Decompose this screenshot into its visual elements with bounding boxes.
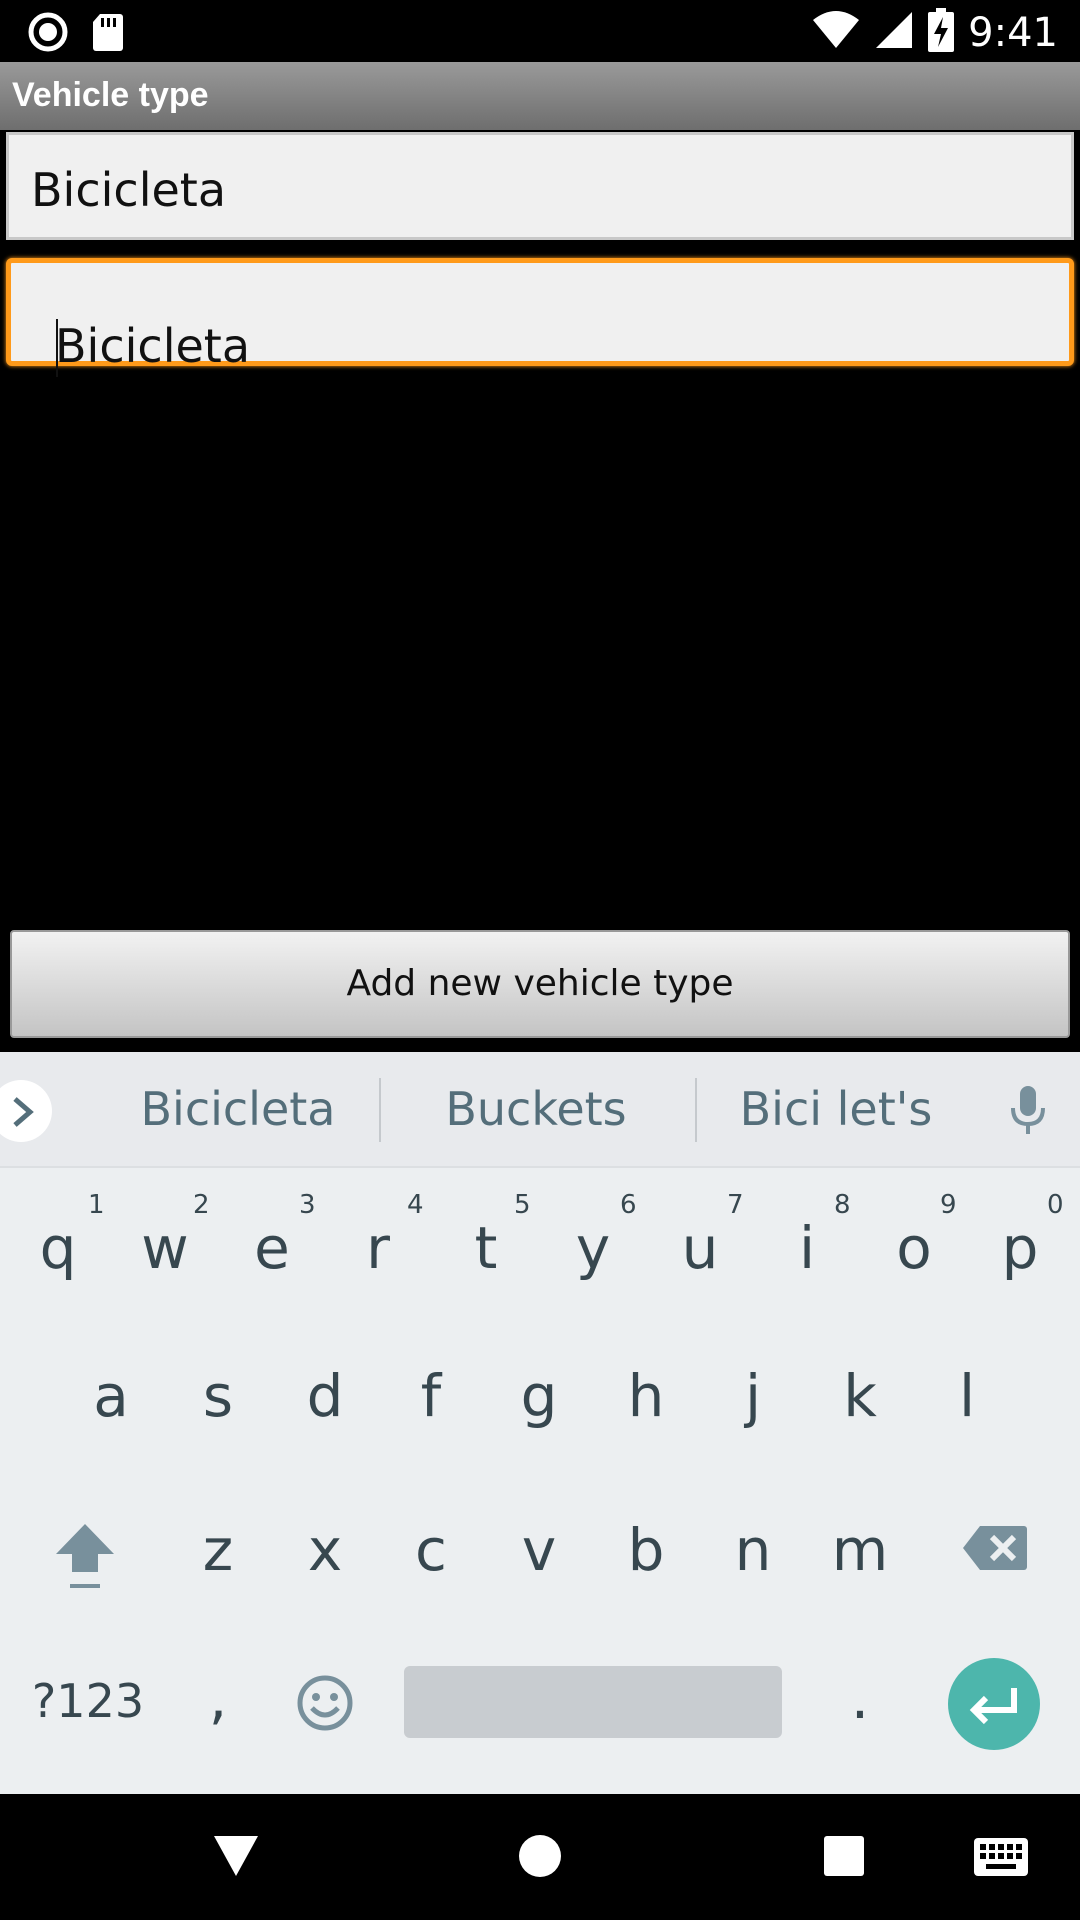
key-hint: 8 <box>834 1190 851 1220</box>
key-hint: 3 <box>299 1190 316 1220</box>
suggestion-3[interactable]: Bici let's <box>716 1082 956 1136</box>
enter-key[interactable] <box>948 1658 1040 1750</box>
key-v[interactable]: v <box>489 1516 589 1584</box>
key-w[interactable]: w <box>115 1214 215 1282</box>
key-r[interactable]: r <box>328 1214 428 1282</box>
backspace-icon <box>963 1526 1027 1570</box>
suggestion-divider <box>379 1078 381 1142</box>
signal-icon <box>874 10 914 55</box>
key-g[interactable]: g <box>489 1362 589 1430</box>
key-hint: 4 <box>407 1190 424 1220</box>
key-hint: 6 <box>620 1190 637 1220</box>
suggestion-strip: Bicicleta Buckets Bici let's <box>0 1052 1080 1168</box>
key-k[interactable]: k <box>810 1362 910 1430</box>
vehicle-type-field-1[interactable]: Bicicleta <box>6 132 1074 240</box>
emoji-icon <box>297 1675 353 1731</box>
period-key[interactable]: . <box>810 1664 910 1732</box>
wifi-icon <box>812 10 860 55</box>
vehicle-type-field-2[interactable]: Bicicleta <box>6 258 1074 377</box>
key-hint: 5 <box>514 1190 531 1220</box>
text-cursor <box>56 319 58 377</box>
record-icon <box>28 12 68 57</box>
key-t[interactable]: t <box>436 1214 536 1282</box>
backspace-key[interactable] <box>962 1524 1028 1577</box>
battery-charging-icon <box>928 8 955 57</box>
back-icon[interactable] <box>212 1834 260 1883</box>
suggestion-1[interactable]: Bicicleta <box>118 1082 358 1136</box>
key-l[interactable]: l <box>917 1362 1017 1430</box>
key-i[interactable]: i <box>757 1214 857 1282</box>
key-j[interactable]: j <box>703 1362 803 1430</box>
field-value: Bicicleta <box>55 319 251 373</box>
suggestion-divider <box>695 1078 697 1142</box>
shift-icon <box>56 1524 114 1588</box>
key-n[interactable]: n <box>703 1516 803 1584</box>
sd-card-icon <box>92 12 124 57</box>
key-h[interactable]: h <box>596 1362 696 1430</box>
mic-icon[interactable] <box>1010 1086 1046 1141</box>
suggestion-2[interactable]: Buckets <box>416 1082 656 1136</box>
shift-key[interactable] <box>52 1520 118 1599</box>
key-u[interactable]: u <box>650 1214 750 1282</box>
soft-keyboard: Bicicleta Buckets Bici let's q w e r t y… <box>0 1052 1080 1794</box>
key-hint: 7 <box>727 1190 744 1220</box>
key-hint: 9 <box>940 1190 957 1220</box>
key-c[interactable]: c <box>381 1516 481 1584</box>
emoji-key[interactable] <box>296 1674 354 1737</box>
key-s[interactable]: s <box>168 1362 268 1430</box>
key-hint: 1 <box>88 1190 105 1220</box>
key-z[interactable]: z <box>168 1516 268 1584</box>
enter-icon <box>969 1688 1017 1725</box>
key-f[interactable]: f <box>381 1362 481 1430</box>
key-a[interactable]: a <box>61 1362 161 1430</box>
key-p[interactable]: p <box>970 1214 1070 1282</box>
recents-icon[interactable] <box>824 1836 864 1881</box>
add-vehicle-type-button[interactable]: Add new vehicle type <box>10 930 1070 1038</box>
key-hint: 0 <box>1047 1190 1064 1220</box>
key-e[interactable]: e <box>222 1214 322 1282</box>
field-value: Bicicleta <box>31 163 227 217</box>
chevron-right-icon <box>13 1097 34 1127</box>
keyboard-switch-icon[interactable] <box>974 1838 1028 1881</box>
clock: 9:41 <box>968 9 1058 56</box>
title-bar: Vehicle type <box>0 62 1080 130</box>
key-y[interactable]: y <box>543 1214 643 1282</box>
key-q[interactable]: q <box>8 1214 108 1282</box>
key-hint: 2 <box>193 1190 210 1220</box>
expand-suggestions-button[interactable] <box>0 1080 52 1142</box>
comma-key[interactable]: , <box>168 1664 268 1732</box>
home-icon[interactable] <box>518 1834 562 1883</box>
status-bar: 9:41 <box>0 0 1080 62</box>
space-key[interactable] <box>404 1666 782 1738</box>
page-title: Vehicle type <box>12 76 209 114</box>
key-o[interactable]: o <box>864 1214 964 1282</box>
navigation-bar <box>0 1794 1080 1920</box>
symbols-key[interactable]: ?123 <box>28 1674 148 1728</box>
key-d[interactable]: d <box>275 1362 375 1430</box>
key-m[interactable]: m <box>810 1516 910 1584</box>
key-b[interactable]: b <box>596 1516 696 1584</box>
key-x[interactable]: x <box>275 1516 375 1584</box>
